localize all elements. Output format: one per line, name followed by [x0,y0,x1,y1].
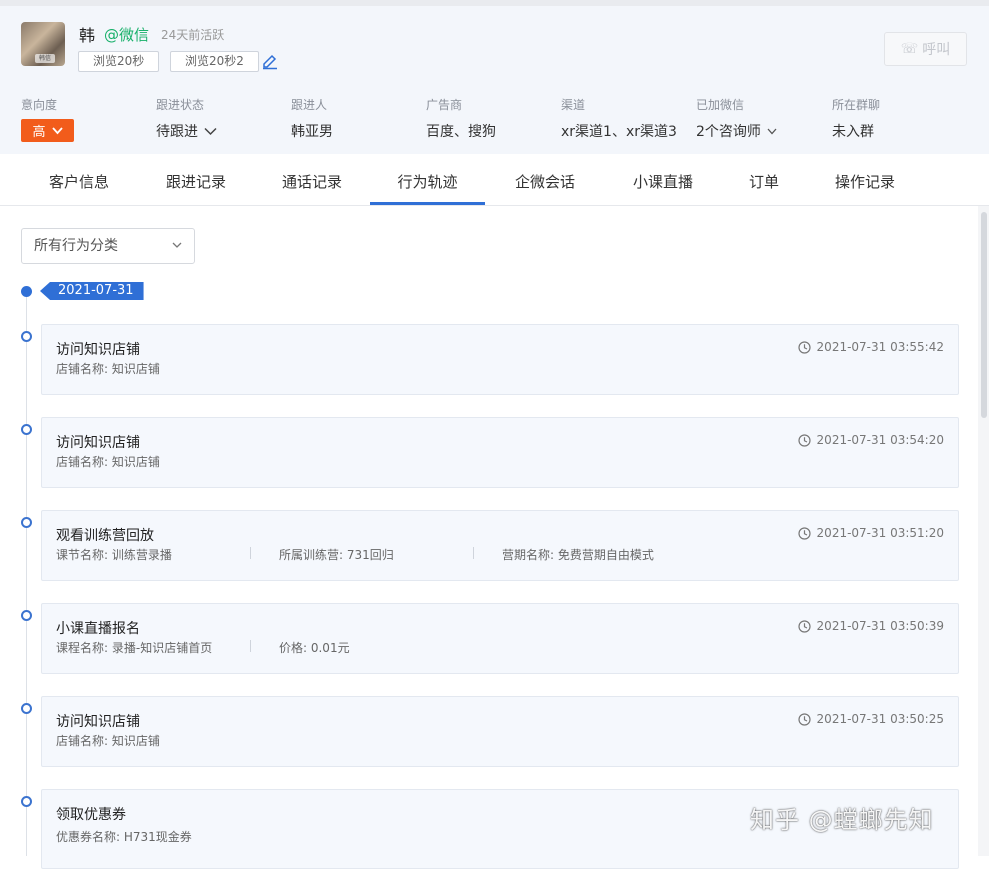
group-value: 未入群 [832,124,874,140]
customer-header: 韩信 韩 @微信 24天前活跃 浏览20秒 浏览20秒2 ☏ 呼叫 意向度 高 … [0,6,989,154]
detail-tabs: 客户信息 跟进记录 通话记录 行为轨迹 企微会话 小课直播 订单 操作记录 [0,154,989,206]
field-label-wechat-added: 已加微信 [696,98,745,112]
tab-customer-info[interactable]: 客户信息 [20,154,138,206]
tab-behavior-trace[interactable]: 行为轨迹 [370,154,485,206]
event-time-text: 2021-07-31 03:51:20 [816,526,944,540]
field-label-advertiser: 广告商 [426,98,463,112]
event-title: 领取优惠券 [56,807,126,823]
event-title: 访问知识店铺 [56,342,140,358]
event-meta-item: 优惠券名称: H731现金券 [56,830,192,844]
call-button[interactable]: ☏ 呼叫 [884,32,967,66]
tab-wecom-chat[interactable]: 企微会话 [485,154,605,206]
event-meta: 店铺名称: 知识店铺 [56,360,160,377]
event-time: 2021-07-31 03:55:42 [797,340,944,354]
event-meta: 优惠券名称: H731现金券 [56,828,192,845]
event-meta: 店铺名称: 知识店铺 [56,453,160,470]
event-time-text: 2021-07-31 03:55:42 [816,340,944,354]
tab-call-records[interactable]: 通话记录 [254,154,370,206]
event-meta-item: 所属训练营: 731回归 [279,548,394,562]
clock-icon [797,433,811,447]
clock-icon [797,340,811,354]
timeline-dot [21,517,32,528]
tab-live-class[interactable]: 小课直播 [605,154,721,206]
timeline-line [26,292,27,856]
event-time: 2021-07-31 03:50:25 [797,712,944,726]
wechat-tag: @微信 [104,26,150,44]
timeline-event-card: 访问知识店铺 店铺名称: 知识店铺 2021-07-31 03:54:20 [41,417,959,488]
field-label-owner: 跟进人 [291,98,328,112]
event-time-text: 2021-07-31 03:50:39 [816,619,944,633]
customer-tag: 浏览20秒2 [170,51,259,72]
event-meta-item: 店铺名称: 知识店铺 [56,362,160,376]
consultants-value: 2个咨询师 [696,124,761,140]
behavior-category-select[interactable]: 所有行为分类 [21,228,195,264]
avatar: 韩信 [21,22,65,66]
customer-name: 韩 [79,26,96,45]
clock-icon [797,619,811,633]
timeline-event-card: 小课直播报名 课程名称: 录播-知识店铺首页 价格: 0.01元 2021-07… [41,603,959,674]
channel-value: xr渠道1、xr渠道3 [561,124,677,140]
chevron-down-icon [204,127,217,135]
event-time: 2021-07-31 03:54:20 [797,433,944,447]
last-active-text: 24天前活跃 [161,28,225,42]
intent-level-value: 高 [32,125,46,140]
event-meta-item: 课节名称: 训练营录播 [56,548,172,562]
watermark: 知乎 @螳螂先知 [750,806,934,834]
active-tab-indicator [370,202,485,205]
field-label-group: 所在群聊 [832,98,881,112]
call-button-label: 呼叫 [922,42,951,58]
avatar-caption: 韩信 [35,54,55,63]
event-meta: 课节名称: 训练营录播 所属训练营: 731回归 营期名称: 免费营期自由模式 [56,546,654,563]
event-meta-item: 价格: 0.01元 [279,641,350,655]
chevron-down-icon [51,126,63,134]
timeline-dot [21,424,32,435]
event-title: 观看训练营回放 [56,528,154,544]
event-meta: 店铺名称: 知识店铺 [56,732,160,749]
event-meta: 课程名称: 录播-知识店铺首页 价格: 0.01元 [56,639,350,656]
customer-tag: 浏览20秒 [78,51,160,72]
timeline-event-card: 访问知识店铺 店铺名称: 知识店铺 2021-07-31 03:55:42 [41,324,959,395]
timeline-date-dot [21,286,32,297]
event-title: 访问知识店铺 [56,435,140,451]
timeline-event-card: 观看训练营回放 课节名称: 训练营录播 所属训练营: 731回归 营期名称: 免… [41,510,959,581]
follow-status-select[interactable]: 待跟进 [156,121,217,141]
chevron-down-icon [172,242,182,248]
edit-tags-icon[interactable] [261,52,279,70]
event-time-text: 2021-07-31 03:54:20 [816,433,944,447]
event-time: 2021-07-31 03:50:39 [797,619,944,633]
clock-icon [797,526,811,540]
event-time-text: 2021-07-31 03:50:25 [816,712,944,726]
event-meta-item: 店铺名称: 知识店铺 [56,455,160,469]
event-meta-item: 课程名称: 录播-知识店铺首页 [56,641,213,655]
advertiser-value: 百度、搜狗 [426,124,496,140]
timeline-dot [21,331,32,342]
clock-icon [797,712,811,726]
timeline-dot [21,796,32,807]
event-title: 小课直播报名 [56,621,140,637]
event-time: 2021-07-31 03:51:20 [797,526,944,540]
owner-value: 韩亚男 [291,124,333,140]
timeline-event-card: 访问知识店铺 店铺名称: 知识店铺 2021-07-31 03:50:25 [41,696,959,767]
behavior-category-value: 所有行为分类 [34,238,118,254]
timeline-dot [21,610,32,621]
event-meta-item: 店铺名称: 知识店铺 [56,734,160,748]
field-label-channel: 渠道 [561,98,586,112]
field-label-intent: 意向度 [21,98,58,112]
scrollbar-thumb[interactable] [981,212,987,418]
tab-operation-log[interactable]: 操作记录 [807,154,923,206]
consultants-dropdown[interactable]: 2个咨询师 [696,121,777,141]
chevron-down-icon [767,128,777,134]
event-meta-item: 营期名称: 免费营期自由模式 [502,548,654,562]
timeline-dot [21,703,32,714]
field-label-status: 跟进状态 [156,98,205,112]
phone-icon: ☏ [900,41,919,57]
tab-orders[interactable]: 订单 [721,154,807,206]
tab-follow-records[interactable]: 跟进记录 [138,154,254,206]
follow-status-value: 待跟进 [156,124,198,140]
timeline-date-badge: 2021-07-31 [40,282,144,300]
event-title: 访问知识店铺 [56,714,140,730]
intent-level-select[interactable]: 高 [21,119,74,142]
